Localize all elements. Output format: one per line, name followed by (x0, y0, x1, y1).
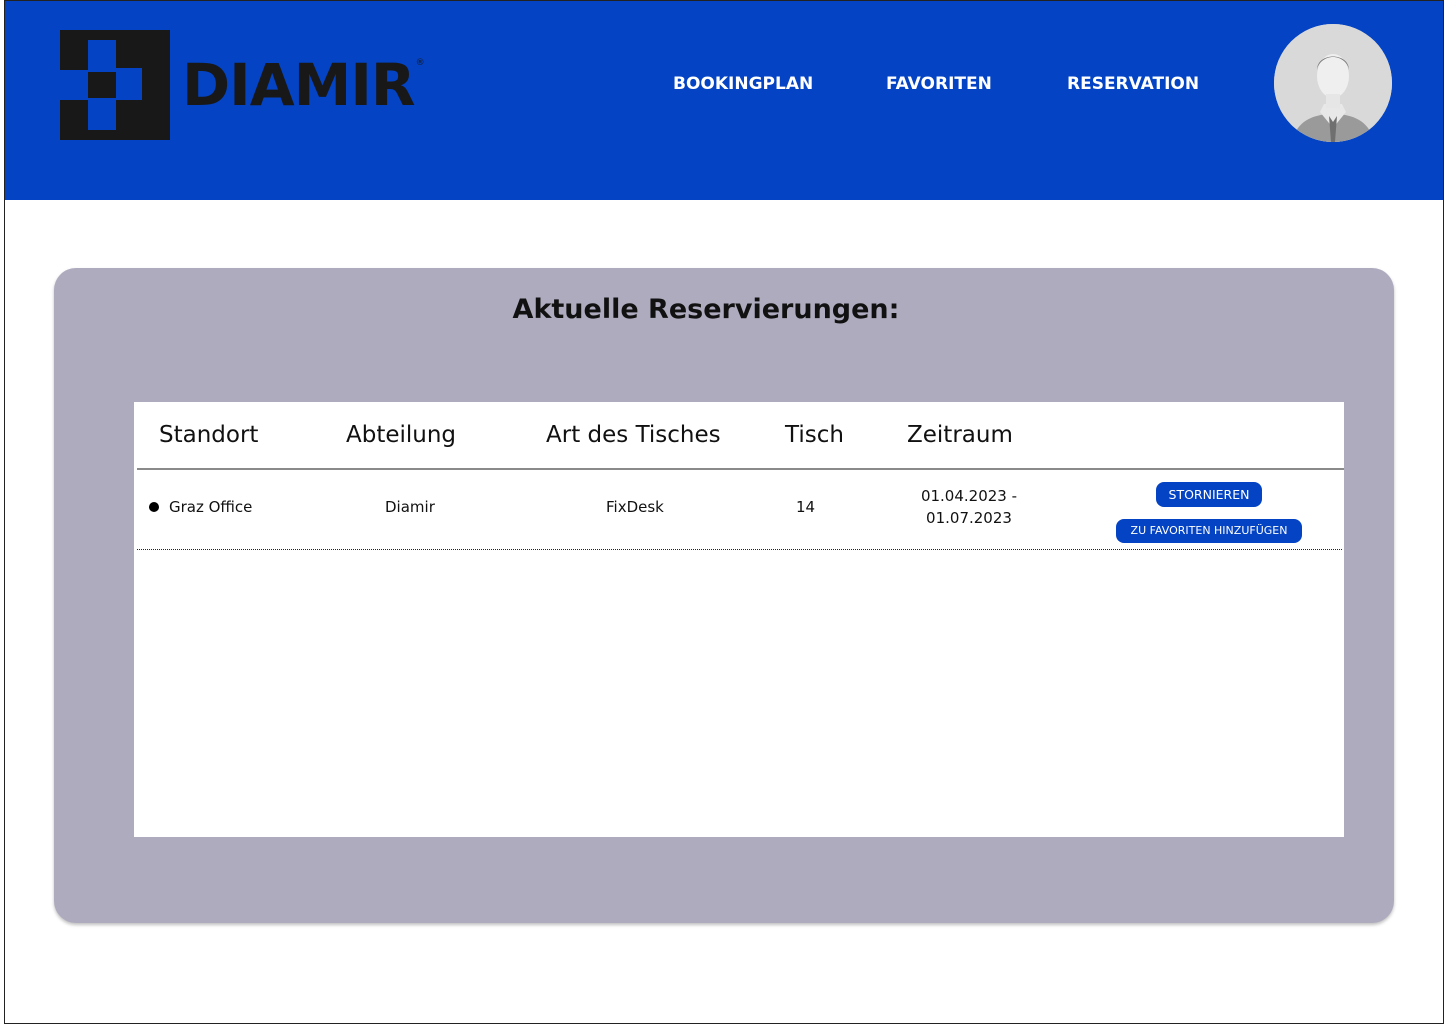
cell-abteilung: Diamir (385, 498, 435, 516)
nav-item-reservation[interactable]: RESERVATION (1067, 74, 1199, 94)
app-window: DIAMIR ® BOOKINGPLAN FAVORITEN RESERVATI… (4, 0, 1444, 1024)
zeitraum-end: 01.07.2023 (926, 509, 1012, 527)
row-divider (137, 549, 1342, 550)
cell-standort: Graz Office (169, 498, 253, 516)
logo-wordmark: DIAMIR (182, 51, 416, 119)
cancel-reservation-button[interactable]: STORNIEREN (1156, 482, 1262, 507)
cell-tisch: 14 (796, 498, 816, 516)
user-avatar[interactable] (1274, 24, 1392, 142)
column-header-abteilung: Abteilung (346, 422, 457, 448)
nav-item-favoriten[interactable]: FAVORITEN (886, 74, 992, 94)
reservations-table: Standort Abteilung Art des Tisches Tisch… (134, 402, 1344, 837)
page-title: Aktuelle Reservierungen: (512, 294, 900, 325)
column-header-art-des-tisches: Art des Tisches (546, 422, 721, 448)
cell-art: FixDesk (606, 498, 664, 516)
column-header-standort: Standort (159, 422, 259, 448)
registered-mark: ® (415, 58, 425, 68)
bullet-icon (149, 502, 159, 512)
cell-zeitraum: 01.04.2023 - 01.07.2023 (904, 485, 1034, 529)
top-header: DIAMIR ® BOOKINGPLAN FAVORITEN RESERVATI… (5, 1, 1443, 200)
reservations-panel: Aktuelle Reservierungen: Standort Abteil… (54, 268, 1394, 923)
zeitraum-start: 01.04.2023 - (920, 487, 1018, 505)
nav-item-bookingplan[interactable]: BOOKINGPLAN (673, 74, 813, 94)
add-to-favorites-button[interactable]: ZU FAVORITEN HINZUFÜGEN (1116, 519, 1302, 543)
column-header-zeitraum: Zeitraum (907, 422, 1013, 448)
diamir-logo[interactable]: DIAMIR ® (60, 30, 425, 140)
user-avatar-icon (1274, 24, 1392, 142)
column-header-tisch: Tisch (785, 422, 844, 448)
diamir-logo-mark-icon (60, 30, 170, 140)
header-divider (137, 468, 1344, 470)
